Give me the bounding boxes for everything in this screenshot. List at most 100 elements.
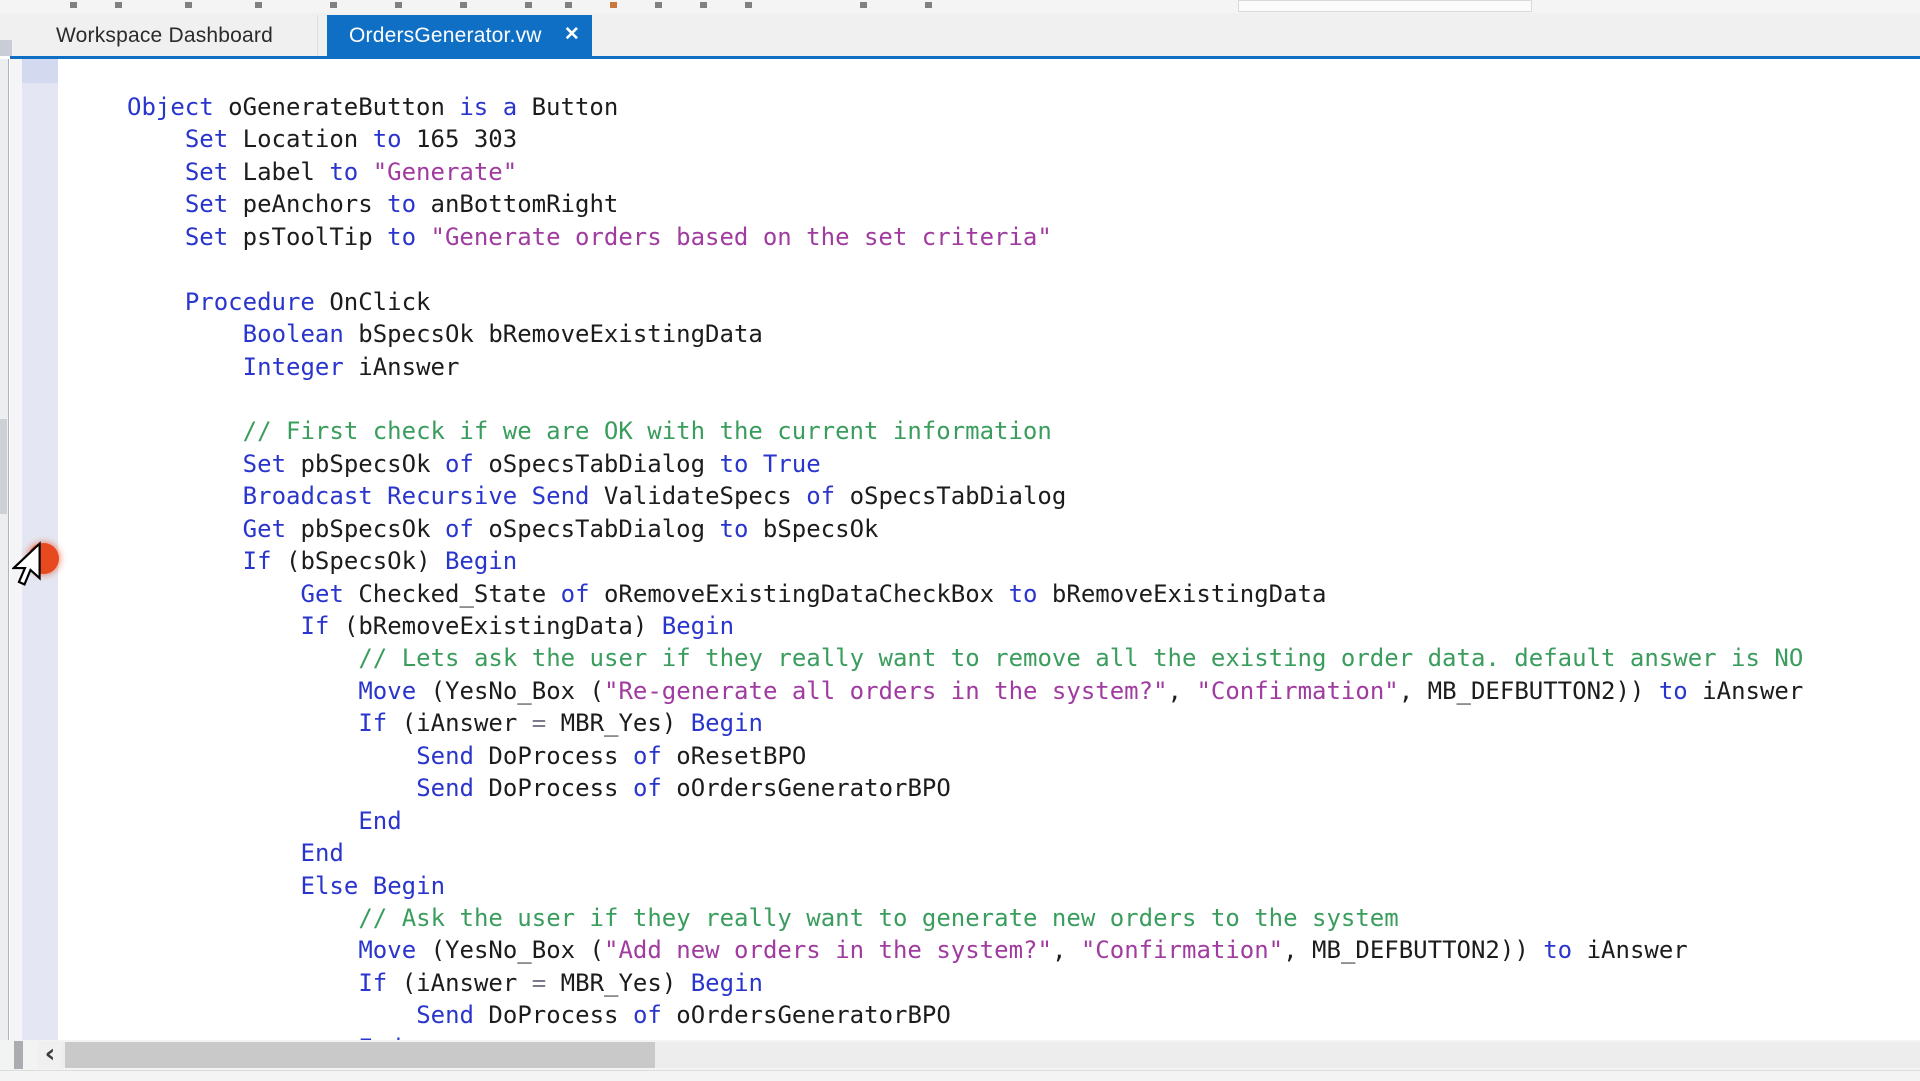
- code-keyword: Begin: [662, 612, 734, 640]
- code-text-token: (iAnswer: [387, 969, 532, 997]
- code-text-token: oSpecsTabDialog: [474, 450, 720, 478]
- tab-label: OrdersGenerator.vw: [349, 24, 542, 48]
- code-string: "Confirmation": [1196, 677, 1398, 705]
- scroll-left-icon[interactable]: ‹: [38, 1041, 62, 1069]
- code-line[interactable]: Object oGenerateButton is a Button: [0, 91, 1920, 123]
- code-keyword: of: [561, 580, 590, 608]
- code-text-token: MBR_Yes): [546, 709, 691, 737]
- code-keyword: Get: [243, 515, 286, 543]
- code-line[interactable]: Send DoProcess of oOrdersGeneratorBPO: [0, 999, 1920, 1031]
- window-bottom-edge: [0, 1070, 1920, 1081]
- code-keyword: Broadcast: [243, 482, 373, 510]
- clipped-toolbar-icon-fragment: [70, 2, 77, 8]
- code-keyword: Set: [185, 158, 228, 186]
- code-line[interactable]: [0, 383, 1920, 415]
- code-line[interactable]: Boolean bSpecsOk bRemoveExistingData: [0, 318, 1920, 350]
- clipped-toolbar-combobox-fragment: [1238, 0, 1532, 12]
- code-keyword: Move: [358, 677, 416, 705]
- code-keyword: Set: [185, 190, 228, 218]
- code-text-token: psToolTip: [228, 223, 387, 251]
- code-editor[interactable]: Object oGenerateButton is a ButtonSet Lo…: [0, 59, 1920, 1041]
- code-line[interactable]: Move (YesNo_Box ("Re-generate all orders…: [0, 675, 1920, 707]
- code-keyword: is: [459, 93, 488, 121]
- code-text-token: iAnswer: [1572, 936, 1688, 964]
- code-text-token: oOrdersGeneratorBPO: [662, 774, 951, 802]
- code-line[interactable]: [0, 253, 1920, 285]
- code-keyword: Move: [358, 936, 416, 964]
- code-line[interactable]: Set Label to "Generate": [0, 156, 1920, 188]
- code-keyword: End: [301, 839, 344, 867]
- code-line[interactable]: Get Checked_State of oRemoveExistingData…: [0, 578, 1920, 610]
- code-text-token: (bRemoveExistingData): [329, 612, 661, 640]
- code-line[interactable]: If (iAnswer = MBR_Yes) Begin: [0, 707, 1920, 739]
- code-keyword: Send: [416, 1001, 474, 1029]
- code-line[interactable]: Broadcast Recursive Send ValidateSpecs o…: [0, 480, 1920, 512]
- code-text-token: , MB_DEFBUTTON2)): [1283, 936, 1543, 964]
- code-text-token: oRemoveExistingDataCheckBox: [590, 580, 1009, 608]
- code-text-token: ValidateSpecs: [589, 482, 806, 510]
- code-line[interactable]: Integer iAnswer: [0, 351, 1920, 383]
- code-text-token: bRemoveExistingData: [1037, 580, 1326, 608]
- code-line[interactable]: Procedure OnClick: [0, 286, 1920, 318]
- code-keyword: Integer: [243, 353, 344, 381]
- close-icon[interactable]: ✕: [564, 23, 580, 46]
- code-text-token: [358, 158, 372, 186]
- code-keyword: If: [243, 547, 272, 575]
- code-text-token: [748, 450, 762, 478]
- code-line[interactable]: Get pbSpecsOk of oSpecsTabDialog to bSpe…: [0, 513, 1920, 545]
- code-line[interactable]: If (iAnswer = MBR_Yes) Begin: [0, 967, 1920, 999]
- code-keyword: to: [720, 515, 749, 543]
- code-line[interactable]: Else Begin: [0, 870, 1920, 902]
- code-line[interactable]: Send DoProcess of oResetBPO: [0, 740, 1920, 772]
- code-operator: =: [532, 709, 546, 737]
- splitter-handle[interactable]: [14, 1041, 23, 1069]
- code-keyword: Begin: [373, 872, 445, 900]
- code-line[interactable]: Move (YesNo_Box ("Add new orders in the …: [0, 934, 1920, 966]
- code-line[interactable]: // Ask the user if they really want to g…: [0, 902, 1920, 934]
- code-keyword: of: [445, 450, 474, 478]
- code-text-token: [373, 482, 387, 510]
- code-keyword: Set: [243, 450, 286, 478]
- horizontal-scrollbar-thumb[interactable]: [65, 1042, 655, 1068]
- code-text-token: (iAnswer: [387, 709, 532, 737]
- code-keyword: of: [633, 774, 662, 802]
- code-string: "Generate": [373, 158, 518, 186]
- horizontal-scrollbar-track[interactable]: [62, 1042, 1920, 1068]
- code-keyword: to: [387, 190, 416, 218]
- code-line[interactable]: If (bRemoveExistingData) Begin: [0, 610, 1920, 642]
- code-line[interactable]: // Lets ask the user if they really want…: [0, 642, 1920, 674]
- code-line[interactable]: Set psToolTip to "Generate orders based …: [0, 221, 1920, 253]
- code-keyword: Send: [532, 482, 590, 510]
- tab-workspace-dashboard[interactable]: Workspace Dashboard: [12, 15, 318, 56]
- code-text-token: [358, 872, 372, 900]
- code-text-token: Checked_State: [344, 580, 561, 608]
- code-text-token: , MB_DEFBUTTON2)): [1399, 677, 1659, 705]
- code-comment: // First check if we are OK with the cur…: [243, 417, 1052, 445]
- code-text[interactable]: Object oGenerateButton is a ButtonSet Lo…: [0, 91, 1920, 1041]
- code-keyword: to: [1659, 677, 1688, 705]
- code-line[interactable]: If (bSpecsOk) Begin: [0, 545, 1920, 577]
- code-text-token: Button: [517, 93, 618, 121]
- tab-ordersgenerator-vw[interactable]: OrdersGenerator.vw ✕: [327, 15, 592, 56]
- code-string: "Generate orders based on the set criter…: [431, 223, 1052, 251]
- code-line[interactable]: // First check if we are OK with the cur…: [0, 415, 1920, 447]
- code-keyword: Else: [301, 872, 359, 900]
- code-keyword: to: [1543, 936, 1572, 964]
- code-line[interactable]: End: [0, 837, 1920, 869]
- code-text-token: oResetBPO: [662, 742, 807, 770]
- code-text-token: Location: [228, 125, 373, 153]
- code-line[interactable]: Set pbSpecsOk of oSpecsTabDialog to True: [0, 448, 1920, 480]
- code-line[interactable]: End: [0, 805, 1920, 837]
- code-text-token: Label: [228, 158, 329, 186]
- code-text-token: oOrdersGeneratorBPO: [662, 1001, 951, 1029]
- code-keyword: a: [503, 93, 517, 121]
- code-keyword: Get: [301, 580, 344, 608]
- clipped-toolbar-icon-fragment: [255, 2, 262, 8]
- code-line[interactable]: Set Location to 165 303: [0, 123, 1920, 155]
- code-keyword: Begin: [691, 709, 763, 737]
- clipped-toolbar-icon-fragment: [860, 2, 867, 8]
- code-line[interactable]: Send DoProcess of oOrdersGeneratorBPO: [0, 772, 1920, 804]
- clipped-toolbar-icon-fragment: [565, 2, 572, 8]
- horizontal-scrollbar-row: ‹: [0, 1040, 1920, 1070]
- code-line[interactable]: Set peAnchors to anBottomRight: [0, 188, 1920, 220]
